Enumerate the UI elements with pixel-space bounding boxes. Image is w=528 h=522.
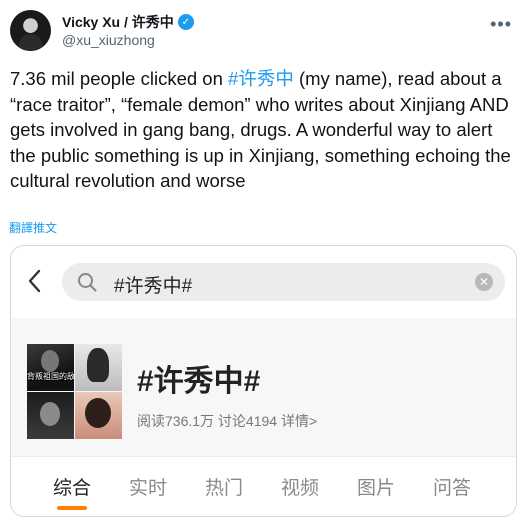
back-button[interactable]	[25, 268, 45, 294]
topic-thumbnail-grid: 背叛祖国的敌人 90后网红许秀	[27, 344, 122, 439]
search-icon	[78, 273, 97, 292]
topic-thumbnail	[75, 392, 122, 439]
verified-badge-icon: ✓	[177, 14, 194, 30]
active-tab-indicator	[57, 506, 87, 510]
topic-stats[interactable]: 阅读736.1万 讨论4194 详情>	[137, 411, 317, 431]
topic-thumbnail	[75, 344, 122, 391]
topic-thumbnail	[27, 392, 74, 439]
hashtag-link[interactable]: #许秀中	[228, 68, 294, 89]
author-name-row: Vicky Xu / 许秀中 ✓	[62, 12, 194, 32]
topic-card[interactable]: 背叛祖国的敌人 90后网红许秀 #许秀中# 阅读736.1万 讨论4194 详情…	[11, 318, 516, 456]
search-header: #许秀中# ✕	[11, 246, 516, 318]
user-handle[interactable]: @xu_xiuzhong	[62, 32, 155, 48]
tab-qa[interactable]: 问答	[433, 473, 471, 500]
tab-video[interactable]: 视频	[281, 473, 319, 500]
search-query-text: #许秀中#	[114, 276, 193, 297]
translate-tweet-link[interactable]: 翻譯推文	[9, 219, 57, 236]
tweet-header: Vicky Xu / 许秀中 ✓ @xu_xiuzhong •••	[10, 10, 518, 51]
more-options-button[interactable]: •••	[490, 14, 512, 35]
topic-title: #许秀中#	[137, 365, 261, 398]
clear-icon[interactable]: ✕	[475, 273, 493, 291]
embedded-screenshot[interactable]: #许秀中# ✕ 背叛祖国的敌人 90后网红许秀 #许秀中# 阅读736.1万 讨…	[10, 245, 517, 517]
tab-realtime[interactable]: 实时	[129, 473, 167, 500]
tab-images[interactable]: 图片	[357, 473, 395, 500]
tweet-text-part-1: 7.36 mil people clicked on	[10, 68, 229, 89]
tab-hot[interactable]: 热门	[205, 473, 243, 500]
topic-thumbnail: 背叛祖国的敌人 90后网红许秀	[27, 344, 74, 391]
search-input[interactable]: #许秀中# ✕	[62, 263, 505, 301]
thumbnail-caption: 背叛祖国的敌人 90后网红许秀	[27, 372, 74, 381]
chevron-left-icon	[28, 269, 41, 293]
avatar[interactable]	[10, 10, 51, 51]
result-tabs: 综合 实时 热门 视频 图片 问答	[11, 456, 516, 516]
tab-comprehensive[interactable]: 综合	[53, 473, 91, 500]
display-name[interactable]: Vicky Xu / 许秀中	[62, 12, 174, 32]
tweet-text: 7.36 mil people clicked on #许秀中 (my name…	[10, 66, 520, 194]
